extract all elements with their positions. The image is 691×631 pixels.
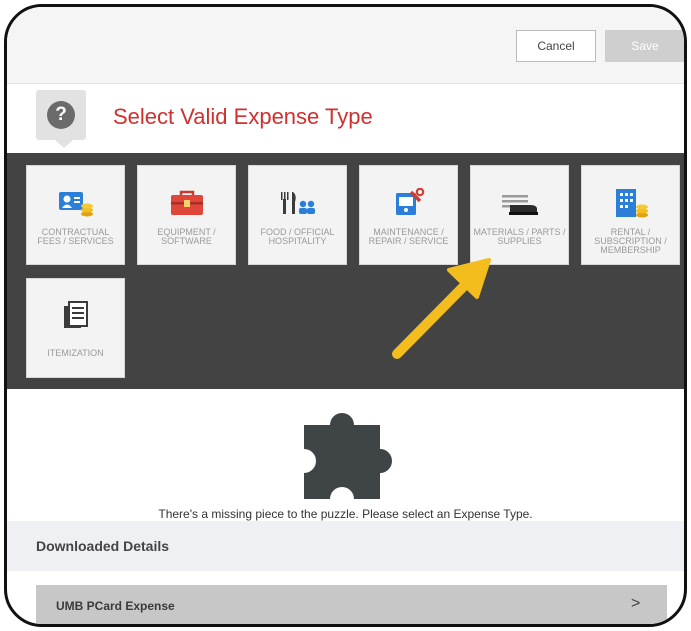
expense-type-rental[interactable]: RENTAL / SUBSCRIPTION / MEMBERSHIP	[581, 165, 680, 265]
expense-type-food[interactable]: FOOD / OFFICIAL HOSPITALITY	[248, 165, 347, 265]
downloaded-details-title: Downloaded Details	[36, 538, 170, 554]
app-window: Cancel Save ? Select Valid Expense Type	[4, 4, 687, 627]
page-header: ? Select Valid Expense Type	[7, 84, 684, 153]
downloaded-details-header: Downloaded Details	[7, 521, 684, 571]
expense-type-label: CONTRACTUAL FEES / SERVICES	[37, 227, 114, 246]
stapler-paper-icon	[500, 188, 540, 218]
expense-type-label: ITEMIZATION	[47, 348, 104, 358]
empty-state: There's a missing piece to the puzzle. P…	[7, 389, 684, 521]
expense-type-label: FOOD / OFFICIAL HOSPITALITY	[260, 227, 335, 246]
itemized-documents-icon	[61, 301, 91, 331]
expense-type-label: RENTAL / SUBSCRIPTION / MEMBERSHIP	[594, 227, 667, 255]
help-button[interactable]: ?	[36, 90, 86, 140]
id-card-coins-icon	[58, 188, 94, 218]
building-coins-icon	[613, 188, 649, 218]
empty-state-message: There's a missing piece to the puzzle. P…	[158, 507, 533, 521]
expense-type-label: MAINTENANCE / REPAIR / SERVICE	[368, 227, 449, 246]
top-toolbar: Cancel Save	[7, 7, 684, 84]
expense-type-label: EQUIPMENT / SOFTWARE	[157, 227, 216, 246]
puzzle-piece-icon	[296, 407, 402, 510]
help-pointer	[55, 140, 73, 148]
page-title: Select Valid Expense Type	[113, 104, 373, 129]
save-button[interactable]: Save	[605, 30, 684, 62]
utensils-people-icon	[278, 188, 318, 218]
expense-type-itemization[interactable]: ITEMIZATION	[26, 278, 125, 378]
expense-type-label: MATERIALS / PARTS / SUPPLIES	[473, 227, 566, 246]
expense-type-materials[interactable]: MATERIALS / PARTS / SUPPLIES	[470, 165, 569, 265]
expense-type-grid: CONTRACTUAL FEES / SERVICES EQUIPMENT / …	[7, 153, 684, 389]
question-icon: ?	[47, 101, 75, 129]
toolbox-icon	[170, 188, 204, 218]
expense-type-contractual[interactable]: CONTRACTUAL FEES / SERVICES	[26, 165, 125, 265]
chevron-right-icon: >	[631, 595, 641, 612]
expense-type-maintenance[interactable]: MAINTENANCE / REPAIR / SERVICE	[359, 165, 458, 265]
expense-type-equipment[interactable]: EQUIPMENT / SOFTWARE	[137, 165, 236, 265]
repair-tools-icon	[393, 188, 425, 218]
pcard-expense-row[interactable]: UMB PCard Expense >	[36, 585, 667, 624]
cancel-button[interactable]: Cancel	[516, 30, 596, 62]
pcard-expense-label: UMB PCard Expense	[56, 599, 175, 613]
